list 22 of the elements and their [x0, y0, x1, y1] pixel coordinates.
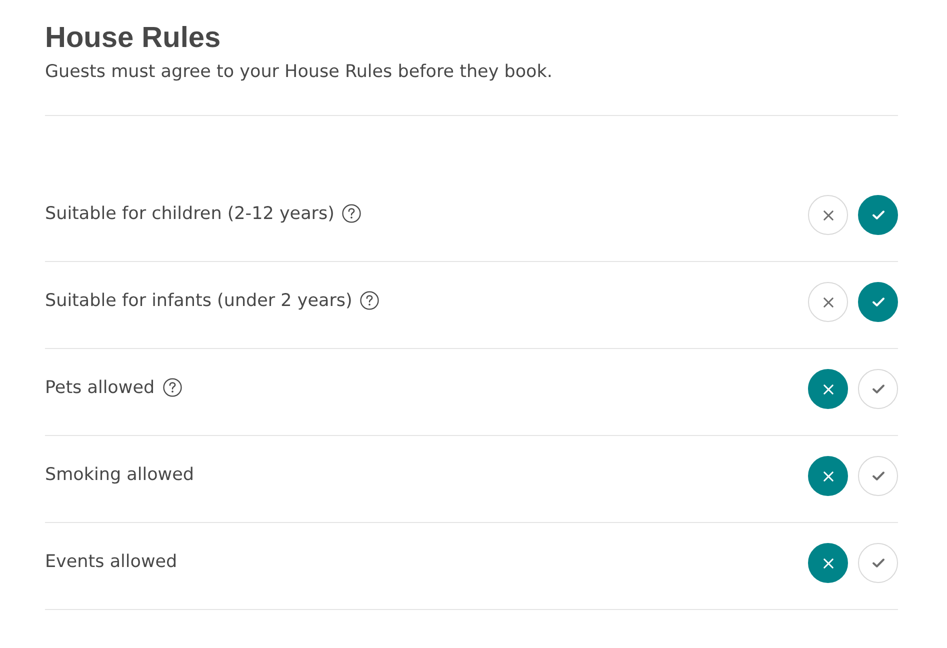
page-subtitle: Guests must agree to your House Rules before they book. — [45, 61, 554, 84]
check-icon — [872, 297, 884, 307]
cross-icon — [822, 210, 834, 220]
rule-label: Events allowed — [45, 550, 178, 574]
check-icon — [872, 384, 884, 394]
cross-icon — [822, 470, 834, 482]
rule-label: Suitable for children (2-12 years) — [45, 202, 334, 226]
check-icon — [872, 210, 884, 220]
check-icon — [872, 558, 884, 568]
rule-label: Pets allowed — [45, 376, 155, 400]
no-button[interactable] — [808, 456, 848, 496]
yes-button[interactable] — [858, 282, 898, 322]
yes-button[interactable] — [858, 195, 898, 235]
page-title: House Rules — [45, 22, 222, 54]
check-icon — [872, 471, 884, 481]
cross-icon — [822, 296, 834, 308]
rule-label: Smoking allowed — [45, 464, 194, 486]
no-button[interactable] — [808, 369, 848, 409]
rule-label: Suitable for infants (under 2 years) — [45, 290, 352, 312]
no-button[interactable] — [808, 543, 848, 583]
cross-icon — [822, 384, 834, 394]
cross-icon — [822, 558, 834, 568]
